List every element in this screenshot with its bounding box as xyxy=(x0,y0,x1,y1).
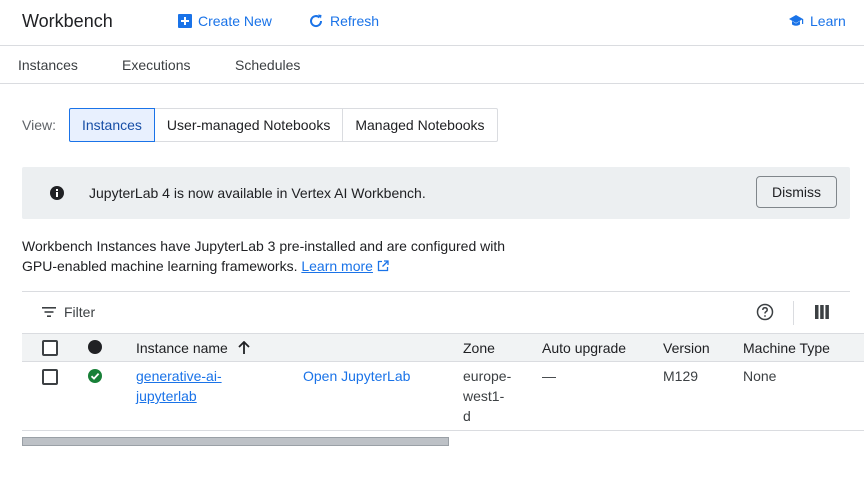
tab-schedules[interactable]: Schedules xyxy=(235,57,300,73)
description-line-1: Workbench Instances have JupyterLab 3 pr… xyxy=(22,238,506,254)
help-icon[interactable] xyxy=(756,303,774,321)
description-line-2-text: GPU-enabled machine learning frameworks. xyxy=(22,258,298,274)
zone-line-2: west1- xyxy=(463,388,505,404)
instance-name-link[interactable]: generative-ai- jupyterlab xyxy=(136,366,222,406)
add-box-icon xyxy=(178,14,192,28)
zone-line-1: europe- xyxy=(463,368,512,384)
description-line-2: GPU-enabled machine learning frameworks.… xyxy=(22,256,522,276)
table-row: generative-ai- jupyterlab Open JupyterLa… xyxy=(22,362,864,431)
open-jupyterlab-link[interactable]: Open JupyterLab xyxy=(303,366,410,386)
column-display-icon[interactable] xyxy=(815,305,829,319)
view-managed-button[interactable]: Managed Notebooks xyxy=(342,108,498,142)
tab-bar: Instances Executions Schedules xyxy=(0,47,864,84)
view-label: View: xyxy=(22,117,56,133)
info-icon xyxy=(50,186,64,200)
page-title: Workbench xyxy=(22,11,113,31)
filter-icon xyxy=(42,307,56,317)
auto-upgrade-cell: — xyxy=(542,368,556,384)
filter-bar: Filter xyxy=(22,291,850,333)
top-bar: Workbench Create New Refresh Learn xyxy=(0,0,864,46)
description: Workbench Instances have JupyterLab 3 pr… xyxy=(22,236,522,276)
instance-name-line-1: generative-ai- xyxy=(136,368,222,384)
learn-button[interactable]: Learn xyxy=(788,13,846,29)
refresh-label: Refresh xyxy=(330,13,380,29)
learn-more-link[interactable]: Learn more xyxy=(301,258,373,274)
view-user-managed-button[interactable]: User-managed Notebooks xyxy=(153,108,344,142)
view-instances-button[interactable]: Instances xyxy=(68,108,155,142)
learn-label: Learn xyxy=(810,13,846,29)
dismiss-button[interactable]: Dismiss xyxy=(756,176,837,208)
view-selector: View: Instances User-managed Notebooks M… xyxy=(22,108,498,142)
info-banner: JupyterLab 4 is now available in Vertex … xyxy=(22,167,850,219)
machine-type-cell: None xyxy=(743,368,777,384)
tab-instances[interactable]: Instances xyxy=(18,57,78,73)
filter-button[interactable]: Filter xyxy=(42,304,95,320)
column-machine-type[interactable]: Machine Type xyxy=(743,340,830,356)
status-column-icon xyxy=(88,340,102,354)
instance-name-line-2: jupyterlab xyxy=(136,388,197,404)
row-checkbox[interactable] xyxy=(42,369,58,385)
zone-line-3: d xyxy=(463,408,471,424)
column-instance-name[interactable]: Instance name xyxy=(136,340,250,356)
column-version[interactable]: Version xyxy=(663,340,710,356)
learn-more-label: Learn more xyxy=(301,258,373,274)
filter-label: Filter xyxy=(64,304,96,320)
refresh-icon xyxy=(310,14,323,28)
column-zone[interactable]: Zone xyxy=(463,340,495,356)
horizontal-scrollbar[interactable] xyxy=(22,437,864,447)
table-header: Instance name Zone Auto upgrade Version … xyxy=(22,333,864,362)
zone-cell: europe- west1- d xyxy=(463,366,511,426)
view-toggle-group: Instances User-managed Notebooks Managed… xyxy=(68,108,498,142)
divider xyxy=(793,301,794,325)
scrollbar-thumb[interactable] xyxy=(22,437,449,446)
create-new-label: Create New xyxy=(198,13,272,29)
create-new-button[interactable]: Create New xyxy=(178,13,272,29)
column-auto-upgrade[interactable]: Auto upgrade xyxy=(542,340,626,356)
version-cell: M129 xyxy=(663,368,699,384)
refresh-button[interactable]: Refresh xyxy=(308,13,379,29)
check-circle-icon xyxy=(88,369,102,383)
school-icon xyxy=(789,15,804,26)
arrow-upward-icon xyxy=(238,340,250,354)
column-instance-name-label: Instance name xyxy=(136,340,228,356)
select-all-checkbox[interactable] xyxy=(42,340,58,356)
tab-executions[interactable]: Executions xyxy=(122,57,190,73)
external-link-icon xyxy=(377,260,389,272)
banner-message: JupyterLab 4 is now available in Vertex … xyxy=(89,185,426,201)
